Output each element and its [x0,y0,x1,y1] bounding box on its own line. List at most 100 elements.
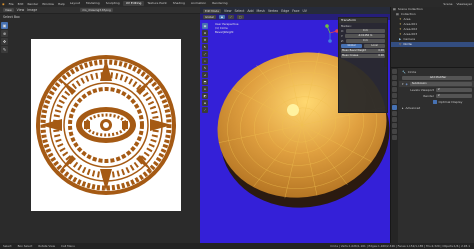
inset-icon[interactable]: ⧈ [202,86,208,92]
menu-vp-edge[interactable]: Edge [281,9,289,13]
view-layer-selector[interactable]: ViewLayer [455,2,474,6]
object-tab-icon[interactable] [392,99,397,104]
menu-vp-vertex[interactable]: Vertex [268,9,278,13]
tab-shading[interactable]: Shading [170,1,188,6]
tab-modeling[interactable]: Modeling [83,1,103,6]
median-x-field[interactable]: 0 m [345,28,385,33]
particles-tab-icon[interactable] [392,111,397,116]
local-toggle[interactable]: Local [364,43,385,48]
world-tab-icon[interactable] [392,93,397,98]
object-name-label: Circle [407,70,417,74]
tab-uv-editing[interactable]: UV Editing [122,1,145,6]
bevel-weight-row: Mean Bevel Weight 0.00 [339,48,387,53]
modifier-tab-icon[interactable] [392,105,397,110]
tab-rendering[interactable]: Rendering [209,1,230,6]
menu-vp-add[interactable]: Add [247,9,253,13]
vertex-select-icon[interactable]: ⬥ [218,15,225,19]
cursor-icon[interactable]: ⊕ [1,30,8,37]
z-label: Z: [341,38,344,43]
mesh-icon: ▽ [399,42,402,46]
cursor-icon[interactable]: ⊕ [202,30,208,36]
y-label: Y: [341,33,344,38]
data-tab-icon[interactable] [392,129,397,134]
image-canvas[interactable] [31,39,181,211]
median-z-field[interactable]: 0 m [345,38,385,43]
mean-crease-field[interactable]: Mean Crease 0.00 [341,53,385,58]
navigation-gizmo[interactable] [320,23,340,43]
material-tab-icon[interactable] [392,135,397,140]
knife-icon[interactable]: ⟋ [202,107,208,113]
physics-tab-icon[interactable] [392,117,397,122]
image-name-field[interactable]: mo_drawing3.tif.png [80,8,113,12]
scene-statistics: Circle | Verts:1,026/1,161 | Edges:1,160… [330,244,470,248]
menu-render[interactable]: Render [25,2,40,6]
scene-tab-icon[interactable] [392,87,397,92]
median-z-row: Z: 0 m [339,38,387,43]
scale-icon[interactable]: ⤢ [202,51,208,57]
mean-crease-label: Mean Crease [342,53,359,57]
median-x-row: X: 0 m [339,28,387,33]
rotate-icon[interactable]: ↻ [202,44,208,50]
measure-icon[interactable]: ⊿ [202,72,208,78]
menu-vp-uv[interactable]: UV [302,9,307,13]
median-y-field[interactable]: -0.01456 m [345,33,385,38]
bevel-icon[interactable]: ◩ [202,93,208,99]
edge-select-icon[interactable]: ⟋ [227,15,234,19]
menu-help[interactable]: Help [56,2,67,6]
menu-vp-mesh[interactable]: Mesh [257,9,265,13]
optimal-display-checkbox[interactable] [433,100,437,104]
wrench-icon: 🔧 [402,70,406,74]
move-icon[interactable]: ✥ [202,37,208,43]
mean-bevel-weight-field[interactable]: Mean Bevel Weight 0.00 [341,48,385,53]
render-tab-icon[interactable] [392,75,397,80]
face-select-icon[interactable]: ▢ [236,15,244,19]
menu-vp-view[interactable]: View [224,9,232,13]
x-label: X: [341,28,344,33]
select-icon[interactable]: ▣ [202,23,208,29]
modifier-name-field[interactable]: Subdivision [409,81,472,87]
menu-window[interactable]: Window [40,2,56,6]
tool-tab-icon[interactable] [392,69,397,74]
viewport-toolbar: ▣ ⊕ ✥ ↻ ⤢ ⌖ ✎ ⊿ ⬒ ⧈ ◩ ⊟ ⟋ [201,22,209,114]
advanced-row[interactable]: ▸ Advanced [399,105,474,111]
levels-viewport-field[interactable]: 2 [436,87,472,93]
select-box-icon[interactable]: ▣ [1,22,8,29]
tab-animation[interactable]: Animation [188,1,209,6]
median-y-row: Y: -0.01456 m [339,33,387,38]
overlay-hint-label: Bevel|Weight [215,30,234,34]
median-label: Median: [341,23,352,28]
subdivision-icon: ◈ [405,82,408,86]
mode-dropdown[interactable]: Edit Mode [203,8,221,13]
menu-file[interactable]: File [7,2,16,6]
outliner-item-circle[interactable]: ▽ Circle [391,42,474,47]
crease-row: Mean Crease 0.00 [339,53,387,58]
menu-vp-select[interactable]: Select [235,9,245,13]
move-icon[interactable]: ✥ [1,38,8,45]
blender-logo-icon[interactable]: ◉ [0,2,7,6]
tab-sculpting[interactable]: Sculpting [103,1,123,6]
annotate-icon[interactable]: ✎ [202,65,208,71]
global-toggle[interactable]: Global [341,43,362,48]
scene-selector[interactable]: Scene [441,2,454,6]
menu-edit[interactable]: Edit [16,2,26,6]
transform-icon[interactable]: ⌖ [202,58,208,64]
editor-mode-dropdown[interactable]: View [3,8,14,12]
extrude-icon[interactable]: ⬒ [202,79,208,85]
tab-layout[interactable]: Layout [67,1,83,6]
loop-cut-icon[interactable]: ⊟ [202,100,208,106]
menu-view[interactable]: View [17,8,25,12]
levels-render-field[interactable]: 2 [436,93,472,99]
output-tab-icon[interactable] [392,81,397,86]
properties-editor: 🔧 Circle Add Modifier ▾ ◈ Subdivision Le… [391,67,474,244]
chevron-down-icon[interactable]: ▾ [402,82,404,86]
status-call-menu: Call Menu [61,244,75,248]
tab-texture-paint[interactable]: Texture Paint [144,1,169,6]
transform-orientation-dropdown[interactable]: Global [203,15,216,19]
advanced-label: Advanced [405,106,421,110]
constraints-tab-icon[interactable] [392,123,397,128]
menu-vp-face[interactable]: Face [292,9,299,13]
viewport-header: Edit Mode View Select Add Mesh Vertex Ed… [200,7,390,14]
add-modifier-button[interactable]: Add Modifier [402,75,472,81]
menu-image[interactable]: Image [27,8,37,12]
annotate-icon[interactable]: ✎ [1,46,8,53]
